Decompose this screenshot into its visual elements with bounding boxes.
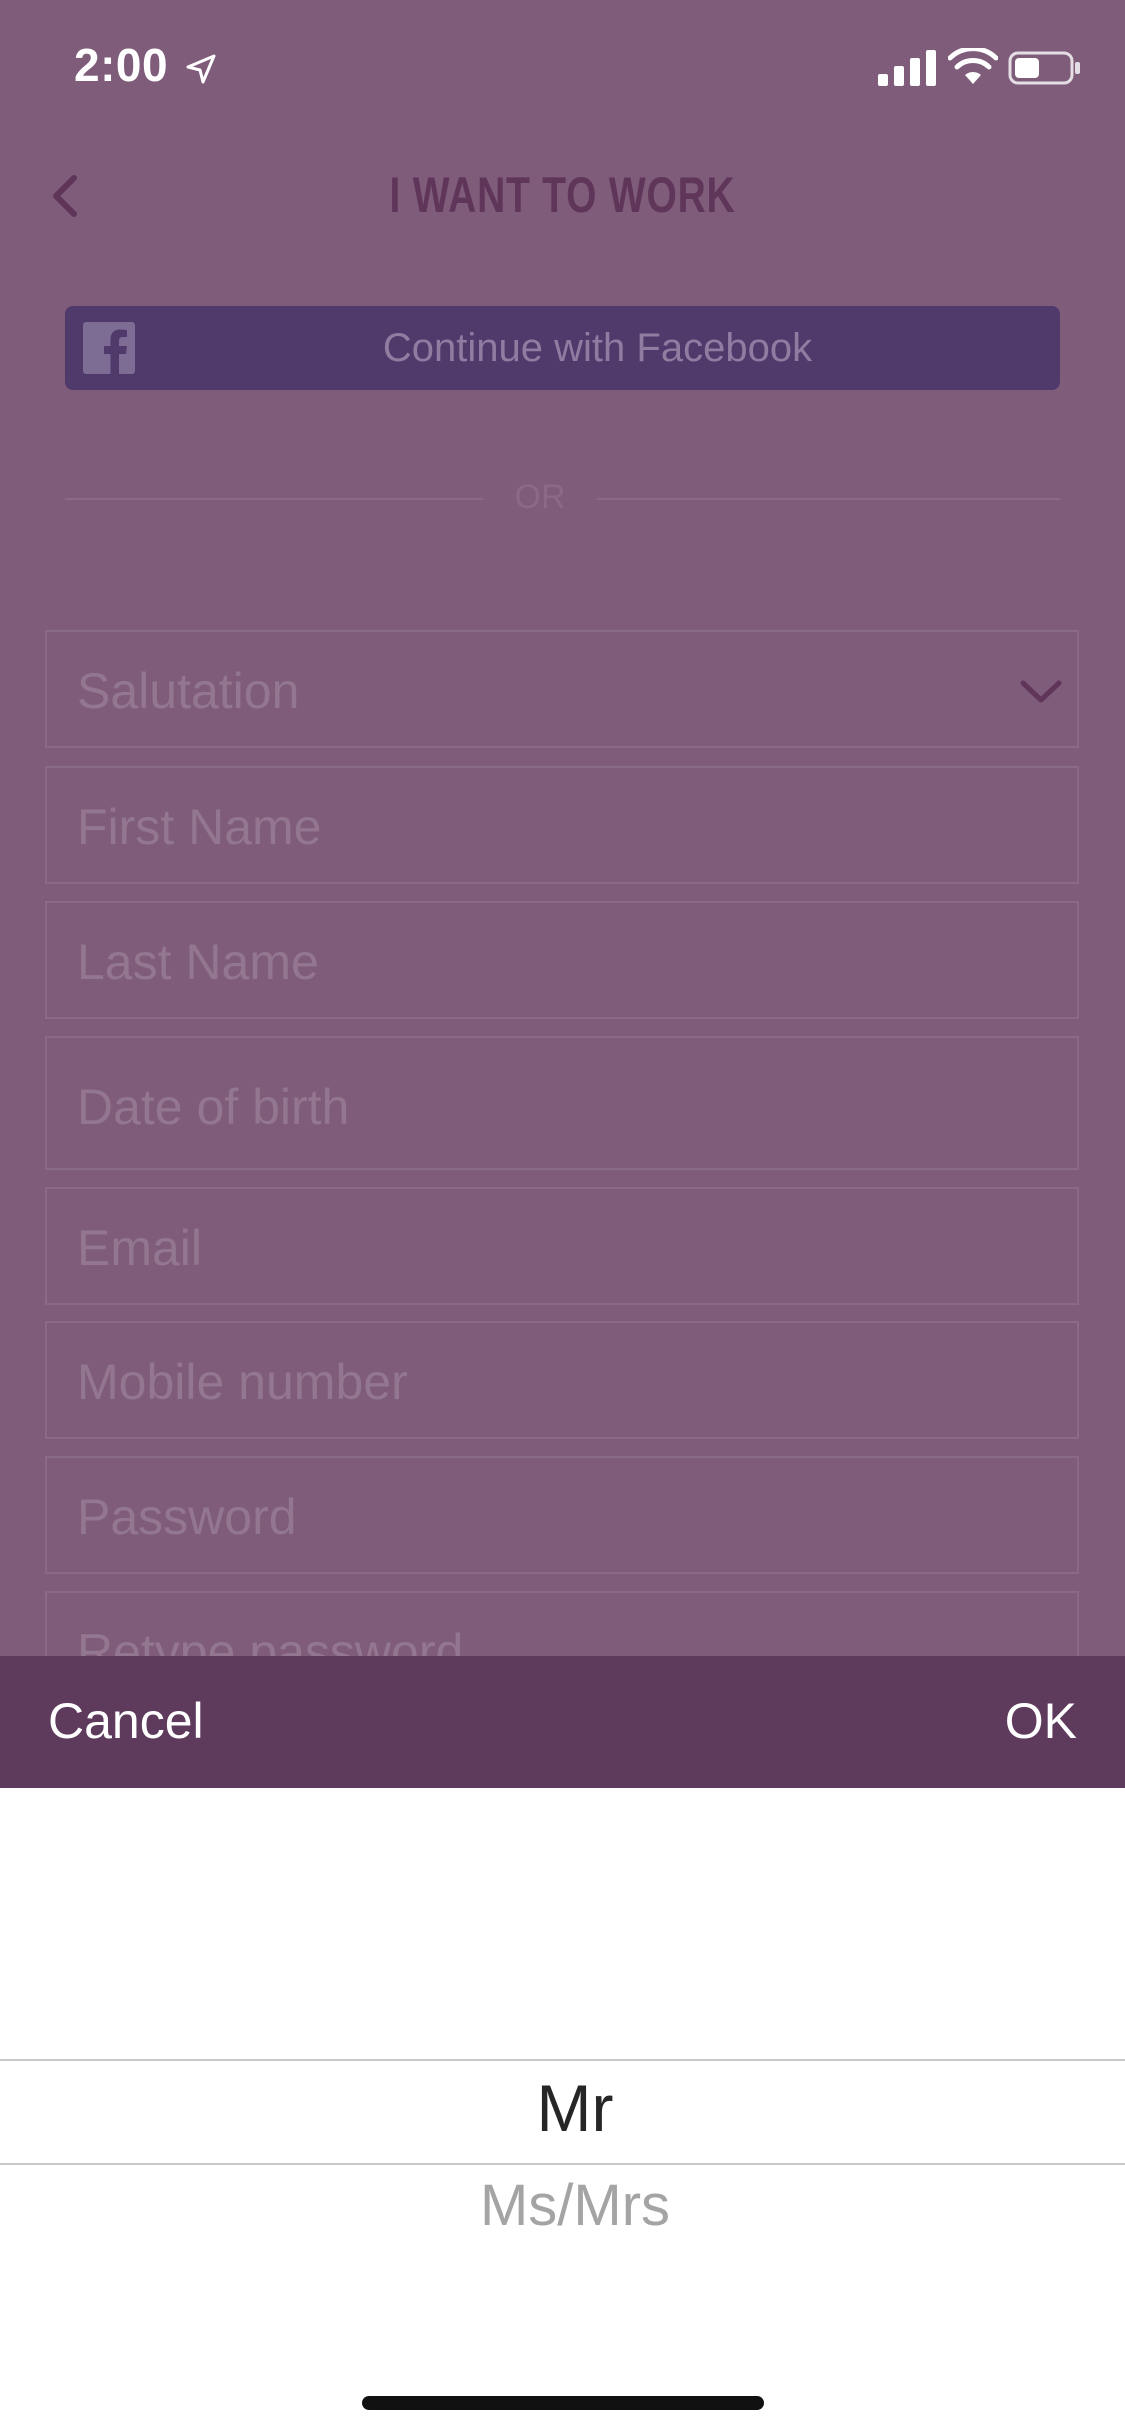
- or-divider: OR: [65, 470, 1060, 522]
- nav-bar: I WANT TO WORK: [0, 150, 1125, 240]
- mobile-number-field[interactable]: Mobile number: [45, 1321, 1079, 1439]
- last-name-field[interactable]: Last Name: [45, 901, 1079, 1019]
- picker-selection-line-top: [0, 2059, 1125, 2061]
- mobile-number-placeholder: Mobile number: [77, 1354, 408, 1410]
- divider-line-left: [65, 498, 483, 500]
- divider-line-right: [597, 498, 1060, 500]
- date-of-birth-placeholder: Date of birth: [77, 1079, 350, 1135]
- chevron-left-icon: [53, 175, 77, 217]
- salutation-picker[interactable]: Mr Ms/Mrs: [0, 1788, 1125, 2436]
- retype-password-field[interactable]: Retype password: [45, 1591, 1079, 1656]
- wifi-icon: [948, 48, 998, 84]
- page-title: I WANT TO WORK: [389, 167, 736, 223]
- date-of-birth-field[interactable]: Date of birth: [45, 1036, 1079, 1170]
- cellular-signal-icon: [878, 50, 936, 86]
- back-button[interactable]: [36, 164, 100, 228]
- first-name-field[interactable]: First Name: [45, 766, 1079, 884]
- password-field[interactable]: Password: [45, 1456, 1079, 1574]
- battery-icon: [1008, 51, 1080, 85]
- cancel-button[interactable]: Cancel: [48, 1692, 204, 1750]
- ok-button[interactable]: OK: [1005, 1692, 1077, 1750]
- facebook-button-label: Continue with Facebook: [382, 326, 813, 370]
- picker-toolbar: Cancel OK: [0, 1656, 1125, 1788]
- picker-option-mr[interactable]: Mr: [0, 2070, 1125, 2146]
- last-name-placeholder: Last Name: [77, 934, 319, 990]
- continue-with-facebook-button[interactable]: Continue with Facebook: [65, 306, 1060, 390]
- salutation-placeholder: Salutation: [77, 663, 300, 719]
- location-arrow-icon: [186, 54, 216, 84]
- home-indicator: [362, 2396, 764, 2410]
- status-bar: 2:00: [0, 0, 1125, 132]
- status-time: 2:00: [74, 39, 169, 91]
- email-field[interactable]: Email: [45, 1187, 1079, 1305]
- first-name-placeholder: First Name: [77, 799, 322, 855]
- picker-option-ms-mrs[interactable]: Ms/Mrs: [0, 2172, 1125, 2239]
- salutation-select[interactable]: Salutation: [45, 630, 1079, 748]
- retype-password-placeholder: Retype password: [77, 1624, 464, 1656]
- picker-selection-line-bottom: [0, 2163, 1125, 2165]
- password-placeholder: Password: [77, 1489, 297, 1545]
- email-placeholder: Email: [77, 1220, 203, 1276]
- registration-screen: 2:00 I WANT TO WORK Continue with Facebo…: [0, 0, 1125, 1656]
- chevron-down-icon: [1020, 680, 1062, 703]
- or-label: OR: [514, 478, 566, 516]
